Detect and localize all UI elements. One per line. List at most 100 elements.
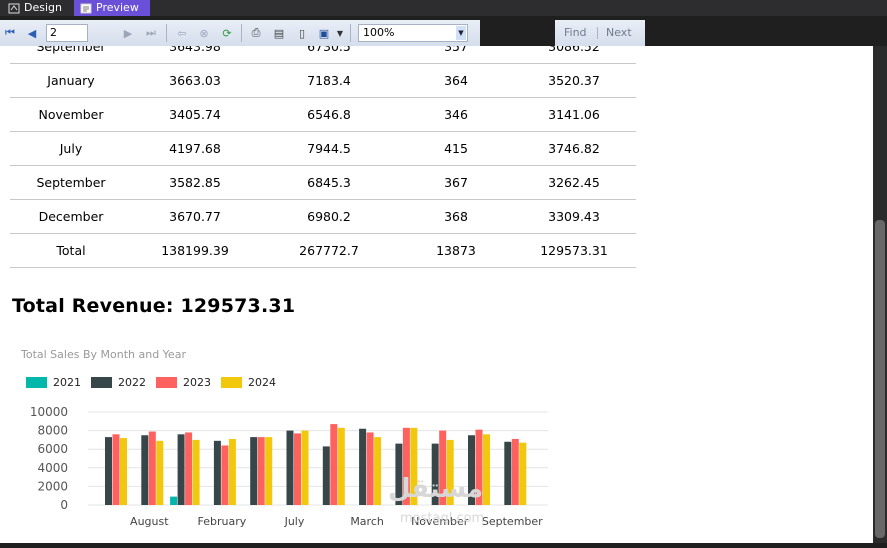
refresh-icon[interactable]: ⟳ [219,25,235,41]
bar-2023-0 [112,434,120,505]
table-cell: 3663.03 [132,63,258,98]
sales-table: September 3643.98 6730.5 357 3086.52 Jan… [10,46,636,268]
legend-item: 2023 [156,376,221,389]
table-row: November 3405.74 6546.8 346 3141.06 [10,97,636,132]
table-cell: 3582.85 [132,165,258,200]
bar-2023-2 [185,432,193,505]
next-link[interactable]: Next [606,26,632,39]
table-cell: September [10,46,132,64]
table-cell: 3262.45 [512,165,636,200]
tab-design[interactable]: Design [2,0,68,16]
toolbar-separator [597,27,598,39]
table-cell: 415 [400,131,512,166]
toolbar-main: ⏮ ◀ 2 ▶ ⏭ ⇦ ⊗ ⟳ ⎙ ▤ ▯ ▣ ▼ 100% ▼ [0,20,480,46]
bar-2022-7 [359,428,367,505]
legend-label: 2021 [53,376,81,389]
print-layout-icon[interactable]: ▤ [271,25,287,41]
scrollbar-thumb[interactable] [875,220,885,538]
table-cell: July [10,131,132,166]
table-cell: 6730.5 [258,46,400,64]
legend-swatch [221,377,242,388]
y-tick-label: 0 [60,498,68,512]
toolbar-separator [350,24,351,42]
table-cell: January [10,63,132,98]
x-tick-label: July [284,515,305,528]
bar-2024-5 [301,430,309,505]
y-tick-label: 10000 [30,405,68,419]
table-cell: September [10,165,132,200]
legend-swatch [91,377,112,388]
y-tick-label: 2000 [37,479,68,493]
vertical-scrollbar[interactable] [873,46,887,543]
tab-design-label: Design [24,1,62,14]
legend-item: 2024 [221,376,286,389]
legend-label: 2024 [248,376,276,389]
bar-2024-2 [192,439,200,505]
table-row: January 3663.03 7183.4 364 3520.37 [10,63,636,98]
table-cell: 267772.7 [258,233,400,268]
table-cell: 3643.98 [132,46,258,64]
export-icon[interactable]: ▣ [316,25,332,41]
bar-2021-2 [170,496,178,505]
page-number-input[interactable]: 2 [46,24,88,42]
chart-legend: 2021 2022 2023 2024 [26,376,286,389]
y-tick-label: 4000 [37,461,68,475]
legend-item: 2021 [26,376,91,389]
table-cell: 364 [400,63,512,98]
table-cell: November [10,97,132,132]
table-cell: 368 [400,199,512,234]
watermark-logo: مستقل [388,474,484,504]
toolbar-find: Find Next [555,20,645,46]
previous-page-icon[interactable]: ◀ [24,25,40,41]
tab-preview[interactable]: Preview [74,0,150,16]
table-row: July 4197.68 7944.5 415 3746.82 [10,131,636,166]
bar-2022-4 [250,437,258,505]
bar-2022-11 [504,441,512,505]
bar-2023-4 [257,437,265,505]
x-tick-label: March [350,515,384,528]
design-icon [8,3,20,14]
zoom-dropdown-icon[interactable]: ▼ [456,26,466,40]
zoom-select[interactable]: 100% ▼ [358,24,468,42]
table-cell: 6546.8 [258,97,400,132]
bar-2023-6 [330,424,338,505]
table-cell: 6845.3 [258,165,400,200]
table-cell: Total [10,233,132,268]
print-icon[interactable]: ⎙ [248,25,264,41]
x-tick-label: February [198,515,247,528]
bar-2023-7 [366,432,374,505]
bar-2023-5 [294,433,301,505]
table-cell: 346 [400,97,512,132]
next-page-icon[interactable]: ▶ [120,25,136,41]
last-page-icon[interactable]: ⏭ [143,25,159,41]
table-cell: 367 [400,165,512,200]
table-cell: 3086.52 [512,46,636,64]
total-revenue-heading: Total Revenue: 129573.31 [12,295,296,317]
status-strip [0,543,887,548]
export-dropdown-icon[interactable]: ▼ [332,25,348,41]
table-cell: 3405.74 [132,97,258,132]
bar-2024-1 [156,440,164,505]
bar-2023-3 [221,445,229,505]
stop-icon[interactable]: ⊗ [196,25,212,41]
bar-2024-10 [483,434,490,505]
table-row: December 3670.77 6980.2 368 3309.43 [10,199,636,234]
bar-2023-1 [148,431,156,505]
legend-label: 2023 [183,376,211,389]
table-cell: 13873 [400,233,512,268]
table-cell: 7183.4 [258,63,400,98]
bar-2022-3 [213,440,221,505]
table-cell: 3141.06 [512,97,636,132]
table-cell: 3520.37 [512,63,636,98]
report-toolbar: ⏮ ◀ 2 ▶ ⏭ ⇦ ⊗ ⟳ ⎙ ▤ ▯ ▣ ▼ 100% ▼ Find Ne… [0,20,887,46]
bar-2023-11 [511,438,519,505]
table-cell: 129573.31 [512,233,636,268]
page-setup-icon[interactable]: ▯ [294,25,310,41]
find-link[interactable]: Find [564,26,587,39]
table-total-row: Total 138199.39 267772.7 13873 129573.31 [10,233,636,268]
watermark-url: mostaql.com [400,511,485,526]
back-icon[interactable]: ⇦ [174,25,190,41]
toolbar-separator [166,24,167,42]
bar-2024-6 [337,427,345,505]
first-page-icon[interactable]: ⏮ [2,25,18,41]
